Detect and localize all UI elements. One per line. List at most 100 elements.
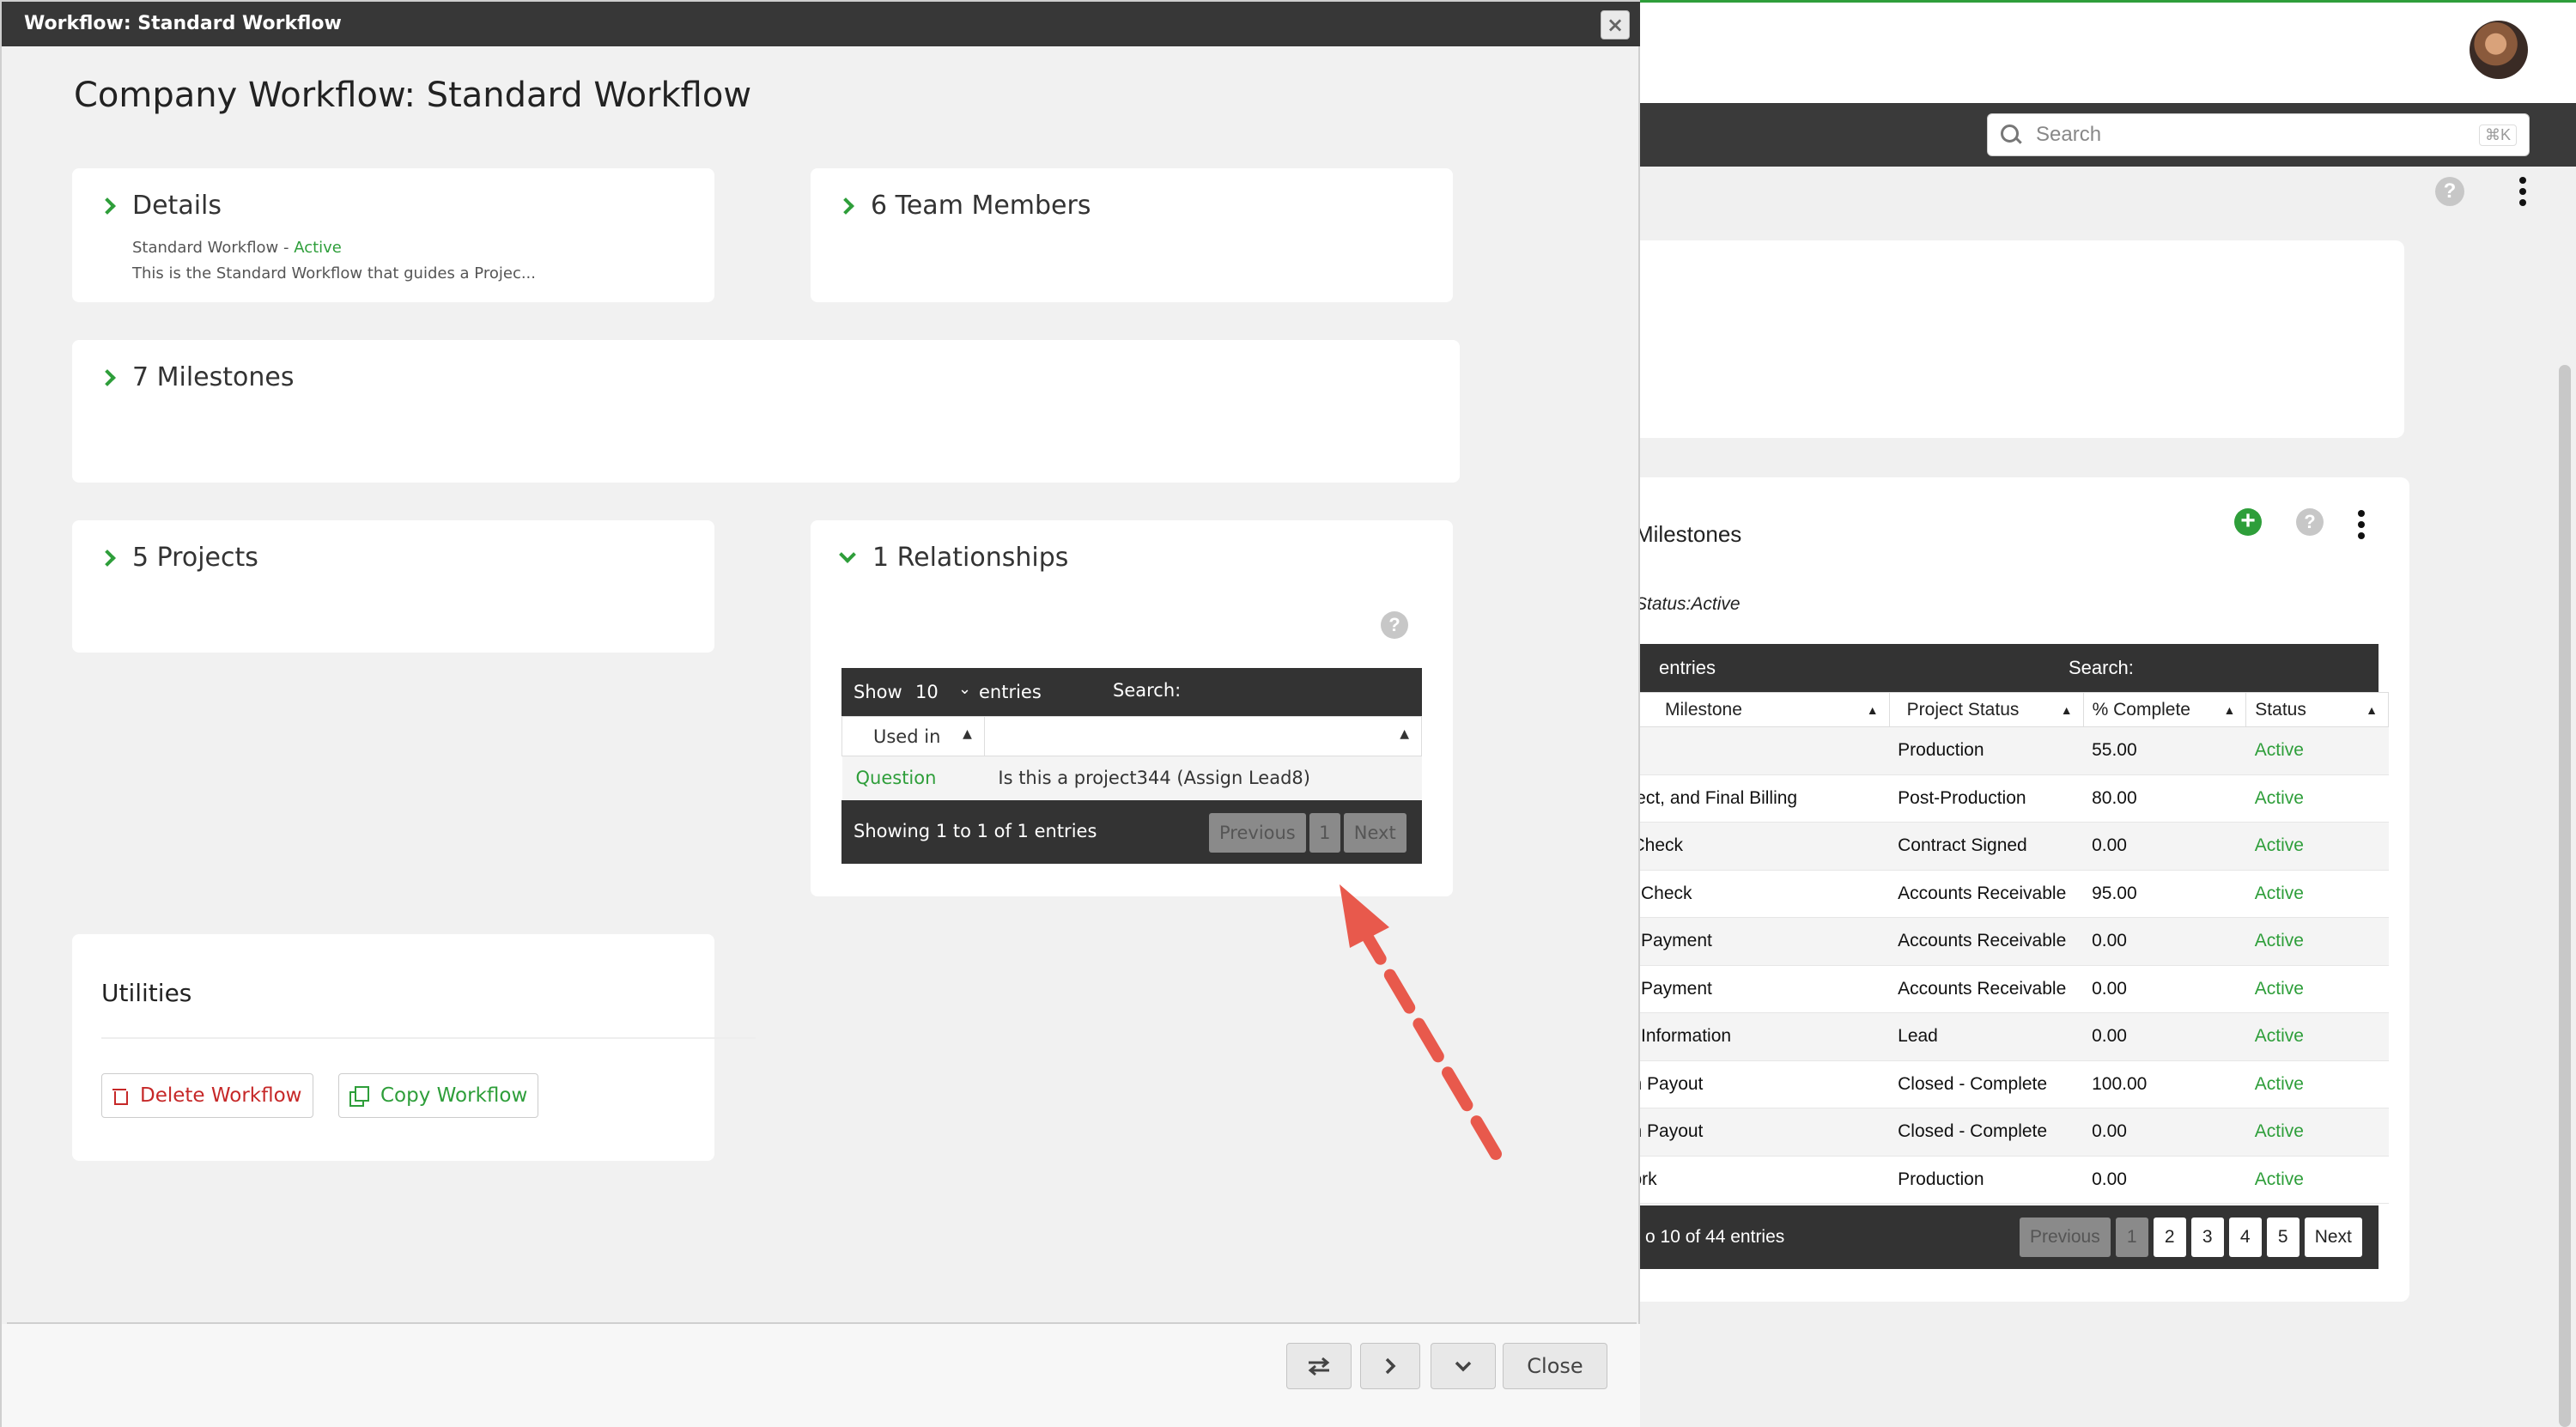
- details-status: Active: [294, 239, 342, 257]
- milestone-cell: ject, and Final Billing: [1631, 774, 1890, 823]
- swap-button[interactable]: [1286, 1343, 1352, 1389]
- project-status-cell: Closed - Complete: [1889, 1060, 2084, 1108]
- table-row[interactable]: n Payout Closed - Complete 0.00 Active: [1631, 1108, 2389, 1157]
- used-in-link[interactable]: Question: [841, 756, 985, 799]
- panel-more-menu-icon[interactable]: [2358, 510, 2365, 539]
- utilities-divider: [101, 1037, 756, 1039]
- relationships-table-info: Showing 1 to 1 of 1 entries: [854, 821, 1097, 841]
- user-avatar[interactable]: [2470, 21, 2528, 79]
- more-menu-icon[interactable]: [2519, 177, 2526, 206]
- delete-workflow-button[interactable]: Delete Workflow: [101, 1073, 313, 1118]
- relationships-title: 1 Relationships: [872, 543, 1069, 573]
- close-button[interactable]: Close: [1503, 1343, 1607, 1389]
- milestones-title: 7 Milestones: [132, 362, 295, 392]
- utilities-card: Utilities Delete Workflow Copy Workflow: [72, 934, 756, 1161]
- pager-page-5[interactable]: 5: [2266, 1218, 2300, 1257]
- milestone-cell: l Check: [1631, 870, 1890, 918]
- table-row[interactable]: ork Production 0.00 Active: [1631, 1156, 2389, 1204]
- table-row[interactable]: l Payment Accounts Receivable 0.00 Active: [1631, 965, 2389, 1013]
- pager-page-3[interactable]: 3: [2190, 1218, 2224, 1257]
- details-title: Details: [132, 191, 222, 221]
- percent-complete-cell: 100.00: [2083, 1060, 2246, 1108]
- project-status-cell: Accounts Receivable: [1889, 917, 2084, 966]
- search-icon: [2000, 124, 2022, 146]
- column-header-milestone[interactable]: Milestone ▲: [1631, 692, 1890, 727]
- copy-workflow-button[interactable]: Copy Workflow: [338, 1073, 539, 1118]
- show-label: Show: [854, 682, 902, 702]
- milestone-cell: l Payment: [1631, 917, 1890, 966]
- projects-card[interactable]: 5 Projects: [72, 520, 714, 653]
- pager-previous-button[interactable]: Previous: [2020, 1218, 2111, 1257]
- table-row[interactable]: l Information Lead 0.00 Active: [1631, 1012, 2389, 1061]
- table-info: o 10 of 44 entries: [1645, 1227, 1785, 1247]
- details-name: Standard Workflow - Active: [132, 239, 342, 257]
- status-cell: Active: [2245, 726, 2389, 775]
- details-toggle[interactable]: Details: [99, 191, 222, 221]
- table-row[interactable]: tProduction55.00Active: [1631, 726, 2389, 775]
- swap-arrows-icon: [1308, 1357, 1330, 1376]
- next-button[interactable]: [1360, 1343, 1420, 1389]
- milestones-table-toolbar: entries Search:: [1631, 644, 2379, 692]
- table-row[interactable]: Check Contract Signed 0.00 Active: [1631, 822, 2389, 871]
- column-header-project-status[interactable]: Project Status ▲: [1888, 692, 2084, 727]
- utilities-title: Utilities: [101, 979, 192, 1007]
- modal-footer-divider: [7, 1322, 1637, 1324]
- column-header-description[interactable]: ▲: [983, 716, 1423, 756]
- projects-toggle[interactable]: 5 Projects: [99, 543, 258, 573]
- pager-page-1[interactable]: 1: [1309, 813, 1340, 853]
- table-row[interactable]: l Payment Accounts Receivable 0.00 Active: [1631, 917, 2389, 966]
- modal-title: Workflow: Standard Workflow: [24, 13, 342, 34]
- team-members-title: 6 Team Members: [871, 191, 1091, 221]
- milestones-toggle[interactable]: 7 Milestones: [99, 362, 295, 392]
- help-icon[interactable]: ?: [2435, 177, 2464, 206]
- table-row[interactable]: n Payout Closed - Complete 100.00 Active: [1631, 1060, 2389, 1108]
- status-cell: Active: [2245, 870, 2389, 918]
- column-header-status[interactable]: Status ▲: [2245, 692, 2389, 727]
- add-icon[interactable]: +: [2234, 508, 2262, 536]
- page-length-select[interactable]: 10: [915, 682, 939, 702]
- table-row[interactable]: l Check Accounts Receivable 95.00 Active: [1631, 870, 2389, 918]
- expand-button[interactable]: [1431, 1343, 1496, 1389]
- relationships-toggle[interactable]: 1 Relationships: [838, 543, 1068, 573]
- pager-page-4[interactable]: 4: [2228, 1218, 2262, 1257]
- table-search-label: Search:: [2069, 657, 2134, 678]
- relationships-help-icon[interactable]: ?: [1381, 611, 1408, 639]
- global-search-placeholder[interactable]: Search: [2036, 123, 2479, 147]
- milestone-cell: n Payout: [1631, 1108, 1890, 1157]
- copy-icon: [349, 1086, 369, 1107]
- column-header-used-in[interactable]: Used in ▲: [841, 716, 985, 756]
- column-header-complete[interactable]: % Complete ▲: [2082, 692, 2247, 727]
- percent-complete-cell: 0.00: [2083, 822, 2246, 871]
- global-search-box[interactable]: Search ⌘K: [1987, 113, 2530, 156]
- chevron-down-icon[interactable]: ⌄: [958, 680, 971, 698]
- table-row[interactable]: ject, and Final Billing Post-Production 80…: [1631, 774, 2389, 823]
- chevron-right-icon: [1385, 1357, 1396, 1375]
- milestone-cell: Check: [1631, 822, 1890, 871]
- panel-help-icon[interactable]: ?: [2296, 508, 2324, 536]
- pager-next-button[interactable]: Next: [2304, 1218, 2362, 1257]
- percent-complete-cell: 55.00: [2083, 726, 2246, 775]
- modal-titlebar: Workflow: Standard Workflow: [2, 2, 1640, 46]
- project-status-cell: Post-Production: [1889, 774, 2084, 823]
- project-status-cell: Accounts Receivable: [1889, 965, 2084, 1013]
- entries-label: entries: [1659, 657, 1716, 678]
- percent-complete-cell: 0.00: [2083, 917, 2246, 966]
- team-members-toggle[interactable]: 6 Team Members: [837, 191, 1091, 221]
- pager-page-2[interactable]: 2: [2153, 1218, 2186, 1257]
- percent-complete-cell: 0.00: [2083, 965, 2246, 1013]
- milestones-card[interactable]: 7 Milestones: [72, 340, 1460, 483]
- chevron-right-icon: [99, 197, 116, 215]
- close-icon[interactable]: ×: [1601, 10, 1630, 39]
- details-card[interactable]: Details Standard Workflow - Active This …: [72, 168, 714, 302]
- status-cell: Active: [2245, 822, 2389, 871]
- delete-workflow-label: Delete Workflow: [140, 1084, 302, 1107]
- chevron-right-icon: [99, 368, 116, 386]
- project-status-cell: Closed - Complete: [1889, 1108, 2084, 1157]
- page-scrollbar[interactable]: [2559, 365, 2571, 1427]
- pager-previous-button[interactable]: Previous: [1209, 813, 1306, 853]
- milestone-cell: n Payout: [1631, 1060, 1890, 1108]
- pager-next-button[interactable]: Next: [1343, 813, 1406, 853]
- table-row: Question Is this a project344 (Assign Le…: [841, 756, 1422, 799]
- team-members-card[interactable]: 6 Team Members: [811, 168, 1453, 302]
- pager-page-1[interactable]: 1: [2115, 1218, 2148, 1257]
